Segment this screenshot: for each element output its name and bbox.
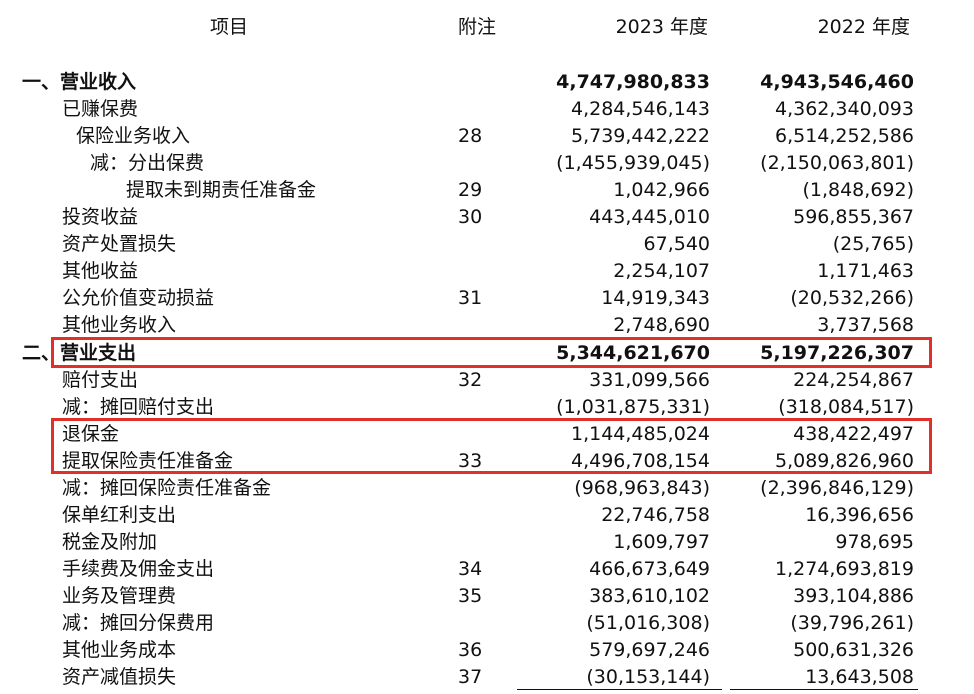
- table-row: 已赚保费 4,284,546,143 4,362,340,093: [0, 96, 974, 123]
- table-row: 其他业务成本 36 579,697,246 500,631,326: [0, 637, 974, 664]
- row-value-2023: 2,254,107: [613, 260, 710, 282]
- row-value-2022: (25,765): [832, 233, 914, 255]
- row-label: 提取未到期责任准备金: [126, 179, 317, 201]
- row-value-2023: 2,748,690: [613, 314, 710, 336]
- table-row: 投资收益 30 443,445,010 596,855,367: [0, 204, 974, 231]
- row-label: 资产减值损失: [62, 666, 177, 688]
- row-value-2022: 3,737,568: [817, 314, 914, 336]
- row-value-2023: (1,031,875,331): [556, 396, 710, 418]
- row-value-2022: 4,943,546,460: [760, 71, 914, 93]
- row-value-2022: (39,796,261): [790, 612, 914, 634]
- row-label: 税金及附加: [62, 531, 158, 553]
- highlight-box-surrender-reserve: [51, 418, 932, 474]
- row-label: 其他收益: [62, 260, 139, 282]
- row-label: 资产处置损失: [62, 233, 177, 255]
- header-2022: 2022 年度: [817, 16, 910, 38]
- underline-2023: [517, 689, 722, 690]
- row-value-2023: 1,042,966: [613, 179, 710, 201]
- table-row: 税金及附加 1,609,797 978,695: [0, 529, 974, 556]
- row-label: 减：摊回保险责任准备金: [62, 477, 272, 499]
- income-statement-table: 项目 附注 2023 年度 2022 年度 一、营业收入 4,747,980,83…: [0, 0, 974, 694]
- row-value-2022: 393,104,886: [793, 585, 914, 607]
- row-value-2022: (20,532,266): [790, 287, 914, 309]
- row-label: 保险业务收入: [76, 125, 191, 147]
- table-row: 赔付支出 32 331,099,566 224,254,867: [0, 367, 974, 394]
- row-value-2023: 443,445,010: [589, 206, 710, 228]
- row-value-2023: 383,610,102: [589, 585, 710, 607]
- row-value-2022: 1,171,463: [817, 260, 914, 282]
- underline-2022: [730, 689, 918, 690]
- row-value-2023: 4,284,546,143: [570, 98, 710, 120]
- row-value-2023: 14,919,343: [601, 287, 710, 309]
- row-value-2022: 500,631,326: [793, 639, 914, 661]
- table-row: 手续费及佣金支出 34 466,673,649 1,274,693,819: [0, 556, 974, 583]
- row-label: 减：分出保费: [90, 152, 205, 174]
- row-value-2023: (51,016,308): [586, 612, 710, 634]
- header-2023: 2023 年度: [615, 16, 708, 38]
- row-label: 赔付支出: [62, 369, 139, 391]
- row-value-2022: 6,514,252,586: [774, 125, 914, 147]
- row-value-2023: (1,455,939,045): [556, 152, 710, 174]
- table-row: 一、营业收入 4,747,980,833 4,943,546,460: [0, 69, 974, 96]
- highlight-box-operating-expense: [51, 337, 932, 368]
- table-row: 减：摊回分保费用 (51,016,308) (39,796,261): [0, 610, 974, 637]
- row-value-2022: (2,150,063,801): [760, 152, 914, 174]
- row-label: 投资收益: [62, 206, 139, 228]
- table-row: 资产处置损失 67,540 (25,765): [0, 231, 974, 258]
- row-value-2023: 5,739,442,222: [570, 125, 710, 147]
- table-row: 公允价值变动损益 31 14,919,343 (20,532,266): [0, 285, 974, 312]
- table-row: 资产减值损失 37 (30,153,144) 13,643,508: [0, 664, 974, 691]
- row-value-2023: 22,746,758: [601, 504, 710, 526]
- row-label: 业务及管理费: [62, 585, 177, 607]
- table-row: 减：摊回赔付支出 (1,031,875,331) (318,084,517): [0, 394, 974, 421]
- row-value-2022: 13,643,508: [805, 666, 914, 688]
- table-row: 提取未到期责任准备金 29 1,042,966 (1,848,692): [0, 177, 974, 204]
- table-row: 其他收益 2,254,107 1,171,463: [0, 258, 974, 285]
- table-row: 减：分出保费 (1,455,939,045) (2,150,063,801): [0, 150, 974, 177]
- table-row: 减：摊回保险责任准备金 (968,963,843) (2,396,846,129): [0, 475, 974, 502]
- table-row: 保单红利支出 22,746,758 16,396,656: [0, 502, 974, 529]
- row-value-2023: 67,540: [643, 233, 710, 255]
- row-label: 已赚保费: [62, 98, 139, 120]
- row-label: 保单红利支出: [62, 504, 177, 526]
- row-value-2022: 224,254,867: [793, 369, 914, 391]
- row-value-2023: (30,153,144): [586, 666, 710, 688]
- row-label: 其他业务成本: [62, 639, 177, 661]
- row-value-2022: 16,396,656: [805, 504, 914, 526]
- row-value-2022: (318,084,517): [778, 396, 914, 418]
- row-value-2023: 331,099,566: [589, 369, 710, 391]
- row-value-2022: 4,362,340,093: [774, 98, 914, 120]
- row-value-2022: 1,274,693,819: [774, 558, 914, 580]
- row-value-2022: (2,396,846,129): [760, 477, 914, 499]
- row-value-2022: (1,848,692): [802, 179, 914, 201]
- row-label: 减：摊回分保费用: [62, 612, 215, 634]
- row-value-2023: 579,697,246: [589, 639, 710, 661]
- row-label: 公允价值变动损益: [62, 287, 215, 309]
- table-row: 业务及管理费 35 383,610,102 393,104,886: [0, 583, 974, 610]
- table-row: 其他业务收入 2,748,690 3,737,568: [0, 312, 974, 339]
- row-label: 一、营业收入: [22, 71, 137, 93]
- table-row: 保险业务收入 28 5,739,442,222 6,514,252,586: [0, 123, 974, 150]
- row-value-2023: (968,963,843): [574, 477, 710, 499]
- row-label: 减：摊回赔付支出: [62, 396, 215, 418]
- row-value-2023: 1,609,797: [613, 531, 710, 553]
- row-label: 其他业务收入: [62, 314, 177, 336]
- row-value-2023: 4,747,980,833: [556, 71, 710, 93]
- row-label: 手续费及佣金支出: [62, 558, 215, 580]
- header-row: 项目 附注 2023 年度 2022 年度: [0, 14, 974, 41]
- row-value-2022: 596,855,367: [793, 206, 914, 228]
- row-value-2022: 978,695: [835, 531, 914, 553]
- row-value-2023: 466,673,649: [589, 558, 710, 580]
